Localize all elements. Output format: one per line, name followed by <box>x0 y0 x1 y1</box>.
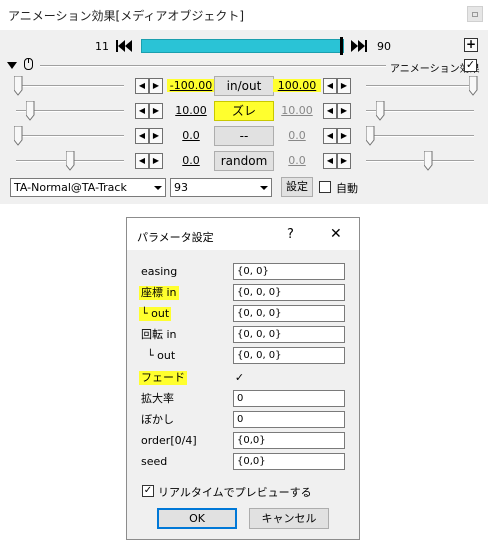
dialog-title-bar: パラメータ設定 ? ✕ <box>127 218 359 250</box>
slider-track[interactable] <box>16 85 124 87</box>
slider-thumb[interactable] <box>424 151 433 171</box>
param-label: 座標 in <box>139 286 179 300</box>
slider-track[interactable] <box>366 135 474 137</box>
end-value[interactable]: 100.00 <box>273 79 321 92</box>
title-bar: アニメーション効果[メディアオブジェクト] <box>0 0 488 30</box>
decrement-arrow-icon[interactable]: ◀ <box>323 78 337 94</box>
track-row: ◀ ▶ 0.0 -- 0.0 ◀ ▶ <box>0 125 488 147</box>
slider-track[interactable] <box>366 85 474 87</box>
slider-thumb[interactable] <box>66 151 75 171</box>
mouse-icon <box>24 58 33 70</box>
timeline-marker[interactable] <box>340 37 343 55</box>
decrement-arrow-icon[interactable]: ◀ <box>323 153 337 169</box>
slider-thumb[interactable] <box>469 76 478 96</box>
increment-arrow-icon[interactable]: ▶ <box>149 128 163 144</box>
start-value[interactable]: 10.00 <box>167 104 215 117</box>
value-select-value: 93 <box>174 181 188 194</box>
increment-arrow-icon[interactable]: ▶ <box>149 103 163 119</box>
slider-track[interactable] <box>16 135 124 137</box>
script-select[interactable]: TA-Normal@TA-Track <box>10 178 166 197</box>
param-field[interactable]: {0,0} <box>233 432 345 449</box>
track-mode-button[interactable]: -- <box>214 126 274 146</box>
frame-end: 90 <box>377 40 391 53</box>
end-value[interactable]: 10.00 <box>273 104 321 117</box>
slider-thumb[interactable] <box>14 126 23 146</box>
slider-thumb[interactable] <box>26 101 35 121</box>
end-value[interactable]: 0.0 <box>273 129 321 142</box>
decrement-arrow-icon[interactable]: ◀ <box>135 153 149 169</box>
track-row: ◀ ▶ 10.00 ズレ 10.00 ◀ ▶ <box>0 100 488 122</box>
param-field[interactable]: {0, 0} <box>233 263 345 280</box>
window-button[interactable] <box>467 6 483 22</box>
param-label: easing <box>141 265 178 278</box>
slider-thumb[interactable] <box>376 101 385 121</box>
help-icon[interactable]: ? <box>287 227 294 242</box>
window-title: アニメーション効果[メディアオブジェクト] <box>8 9 245 23</box>
slider-track[interactable] <box>366 160 474 162</box>
frame-start: 11 <box>95 40 109 53</box>
divider <box>40 65 386 67</box>
param-label: order[0/4] <box>141 434 197 447</box>
dialog-title: パラメータ設定 <box>137 231 214 244</box>
parameter-dialog: パラメータ設定 ? ✕ easing {0, 0} 座標 in {0, 0, 0… <box>126 217 360 540</box>
effect-enable-checkbox[interactable]: ✓ <box>464 59 477 72</box>
collapse-triangle-icon[interactable] <box>7 62 17 69</box>
decrement-arrow-icon[interactable]: ◀ <box>135 78 149 94</box>
increment-arrow-icon[interactable]: ▶ <box>337 103 351 119</box>
param-label: seed <box>141 455 168 468</box>
start-value[interactable]: 0.0 <box>167 154 215 167</box>
track-row: ◀ ▶ 0.0 random 0.0 ◀ ▶ <box>0 150 488 172</box>
track-mode-button[interactable]: in/out <box>214 76 274 96</box>
decrement-arrow-icon[interactable]: ◀ <box>323 103 337 119</box>
track-mode-button[interactable]: ズレ <box>214 101 274 121</box>
param-label: 回転 in <box>141 328 177 341</box>
param-field[interactable]: {0, 0, 0} <box>233 284 345 301</box>
preview-checkbox[interactable]: ✓ <box>142 485 154 497</box>
close-icon[interactable]: ✕ <box>330 226 342 242</box>
param-label: 拡大率 <box>141 392 174 405</box>
chevron-down-icon[interactable] <box>151 179 165 196</box>
param-label: └ out <box>147 349 176 362</box>
auto-checkbox[interactable] <box>319 181 331 193</box>
param-field[interactable]: 0 <box>233 390 345 407</box>
param-field[interactable]: {0, 0, 0} <box>233 305 345 322</box>
script-select-value: TA-Normal@TA-Track <box>14 181 127 194</box>
start-value[interactable]: 0.0 <box>167 129 215 142</box>
param-field[interactable]: 0 <box>233 411 345 428</box>
param-label: フェード <box>139 371 187 385</box>
increment-arrow-icon[interactable]: ▶ <box>337 128 351 144</box>
slider-thumb[interactable] <box>366 126 375 146</box>
end-value[interactable]: 0.0 <box>273 154 321 167</box>
auto-label: 自動 <box>336 182 358 195</box>
increment-arrow-icon[interactable]: ▶ <box>337 153 351 169</box>
preview-label: リアルタイムでプレビューする <box>158 486 312 499</box>
prev-frame-icon[interactable] <box>115 38 133 54</box>
decrement-arrow-icon[interactable]: ◀ <box>135 103 149 119</box>
param-label: ぼかし <box>141 413 174 426</box>
chevron-down-icon[interactable] <box>257 179 271 196</box>
track-mode-button[interactable]: random <box>214 151 274 171</box>
fade-checkbox[interactable]: ✓ <box>233 372 246 385</box>
object-window: アニメーション効果[メディアオブジェクト] 11 90 + アニメーション効果 … <box>0 0 488 204</box>
decrement-arrow-icon[interactable]: ◀ <box>135 128 149 144</box>
cancel-button[interactable]: キャンセル <box>249 508 329 529</box>
timeline-bar[interactable] <box>141 39 344 53</box>
param-label: └ out <box>139 307 172 321</box>
param-field[interactable]: {0, 0, 0} <box>233 326 345 343</box>
slider-thumb[interactable] <box>14 76 23 96</box>
param-field[interactable]: {0, 0, 0} <box>233 347 345 364</box>
ok-button[interactable]: OK <box>157 508 237 529</box>
add-effect-button[interactable]: + <box>464 38 478 52</box>
next-frame-icon[interactable] <box>350 38 368 54</box>
track-row: ◀ ▶ -100.00 in/out 100.00 ◀ ▶ <box>0 75 488 97</box>
increment-arrow-icon[interactable]: ▶ <box>337 78 351 94</box>
settings-button[interactable]: 設定 <box>281 177 313 197</box>
value-select[interactable]: 93 <box>170 178 272 197</box>
param-field[interactable]: {0,0} <box>233 453 345 470</box>
start-value[interactable]: -100.00 <box>167 79 215 92</box>
decrement-arrow-icon[interactable]: ◀ <box>323 128 337 144</box>
increment-arrow-icon[interactable]: ▶ <box>149 78 163 94</box>
increment-arrow-icon[interactable]: ▶ <box>149 153 163 169</box>
